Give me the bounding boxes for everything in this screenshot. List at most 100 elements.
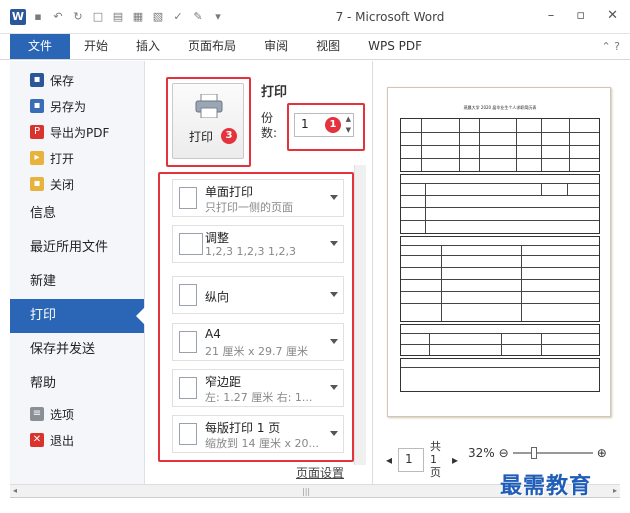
scroll-right-icon[interactable]: ▸: [613, 486, 617, 495]
zoom-slider-thumb[interactable]: [530, 447, 537, 459]
tab-file[interactable]: 文件: [10, 34, 71, 59]
zoom-control: 32% ⊖ ⊕: [468, 446, 607, 460]
sidebar-item-options[interactable]: ≡ 选项: [10, 401, 144, 427]
page-number-input[interactable]: 1: [398, 447, 425, 472]
tab-layout[interactable]: 页面布局: [174, 34, 250, 59]
folder-open-icon: ▸: [30, 151, 44, 165]
setting-orientation[interactable]: 纵向: [172, 276, 344, 314]
setting-sub: 左: 1.27 厘米 右: 1...: [205, 391, 313, 404]
setting-sub: 21 厘米 x 29.7 厘米: [205, 345, 308, 358]
chevron-down-icon: [330, 431, 338, 436]
sidebar-item-label: 打开: [50, 151, 75, 166]
sidebar-item-export-pdf[interactable]: P 导出为PDF: [10, 119, 144, 145]
page-total: 共 1 页: [430, 440, 442, 479]
tab-insert[interactable]: 插入: [122, 34, 174, 59]
portrait-icon: [179, 284, 197, 306]
page-setup-link[interactable]: 页面设置: [296, 464, 344, 481]
save-icon[interactable]: ▪: [30, 9, 46, 25]
print-preview: 燕晨大学 2020 届毕业生个人求职简历表: [372, 61, 620, 484]
help-icon[interactable]: ?: [614, 40, 620, 53]
copies-value: 1: [301, 117, 309, 131]
spell-icon[interactable]: ✓: [170, 9, 186, 25]
resume-table-education: [400, 236, 600, 322]
print-icon[interactable]: ▦: [130, 9, 146, 25]
next-page-icon[interactable]: ▸: [452, 453, 458, 467]
prev-page-icon[interactable]: ◂: [386, 453, 392, 467]
tab-review[interactable]: 审阅: [250, 34, 302, 59]
badge-3: 3: [221, 128, 237, 144]
sidebar-item-recent[interactable]: 最近所用文件: [10, 231, 144, 265]
sidebar-item-new[interactable]: 新建: [10, 265, 144, 299]
options-icon: ≡: [30, 407, 44, 421]
open-icon[interactable]: ▤: [110, 9, 126, 25]
sidebar-item-label: 导出为PDF: [50, 125, 110, 140]
sidebar-item-save[interactable]: ▪ 保存: [10, 67, 144, 93]
chevron-down-icon: [330, 195, 338, 200]
tab-home[interactable]: 开始: [70, 34, 122, 59]
tab-view[interactable]: 视图: [302, 34, 354, 59]
zoom-level: 32%: [468, 446, 495, 460]
sidebar-item-info[interactable]: 信息: [10, 197, 144, 231]
title-bar: W ▪ ↶ ↻ □ ▤ ▦ ▧ ✓ ✎ ▾ 7 - Microsoft Word…: [0, 0, 630, 34]
word-logo-icon: W: [10, 9, 26, 25]
maximize-button[interactable]: ▫: [576, 8, 585, 23]
resume-table-notes: [400, 358, 600, 392]
preview-page[interactable]: 燕晨大学 2020 届毕业生个人求职简历表: [387, 87, 611, 417]
settings-scrollbar[interactable]: [354, 165, 366, 465]
draw-icon[interactable]: ✎: [190, 9, 206, 25]
customize-qat-icon[interactable]: ▾: [210, 9, 226, 25]
scroll-grip-icon[interactable]: |||: [302, 487, 310, 496]
print-button-label: 打印: [189, 130, 214, 144]
sidebar-item-print[interactable]: 打印: [10, 299, 145, 333]
sidebar-item-label: 退出: [50, 433, 75, 448]
single-side-icon: [179, 187, 197, 209]
folder-close-icon: ▪: [30, 177, 44, 191]
sidebar-item-close[interactable]: ▪ 关闭: [10, 171, 144, 197]
setting-margins[interactable]: 窄边距 左: 1.27 厘米 右: 1...: [172, 369, 344, 407]
setting-title: 纵向: [205, 290, 230, 304]
chevron-down-icon: [330, 385, 338, 390]
new-doc-icon[interactable]: □: [90, 9, 106, 25]
watermark-text: 最需教育: [500, 473, 593, 499]
tab-wps-pdf[interactable]: WPS PDF: [354, 34, 436, 59]
paper-size-icon: [179, 331, 197, 353]
minimize-button[interactable]: –: [548, 8, 555, 23]
setting-title: A4: [205, 327, 221, 341]
sidebar-item-open[interactable]: ▸ 打开: [10, 145, 144, 171]
spin-down-icon[interactable]: ▼: [346, 126, 351, 134]
chevron-down-icon: [330, 241, 338, 246]
zoom-slider[interactable]: [512, 447, 593, 459]
close-button[interactable]: ✕: [607, 8, 618, 23]
zoom-in-icon[interactable]: ⊕: [597, 446, 607, 460]
sidebar-item-exit[interactable]: ✕ 退出: [10, 427, 144, 453]
setting-title: 每版打印 1 页: [205, 421, 281, 435]
scroll-left-icon[interactable]: ◂: [13, 486, 17, 495]
sidebar-item-save-as[interactable]: ▪ 另存为: [10, 93, 144, 119]
print-button[interactable]: 打印 3: [172, 83, 244, 159]
preview-doc-title: 燕晨大学 2020 届毕业生个人求职简历表: [463, 105, 537, 110]
pdf-icon: P: [30, 125, 44, 139]
save-as-icon: ▪: [30, 99, 44, 113]
undo-icon[interactable]: ↶: [50, 9, 66, 25]
preview-icon[interactable]: ▧: [150, 9, 166, 25]
setting-collate[interactable]: 调整 1,2,3 1,2,3 1,2,3: [172, 225, 344, 263]
save-icon: ▪: [30, 73, 44, 87]
redo-icon[interactable]: ↻: [70, 9, 86, 25]
backstage-sidebar: ▪ 保存 ▪ 另存为 P 导出为PDF ▸ 打开 ▪ 关闭 信息 最近所用文件 …: [10, 61, 145, 484]
resume-table-contact: [400, 324, 600, 356]
ribbon-collapse-icon[interactable]: ⌃ ?: [601, 34, 630, 59]
setting-paper-size[interactable]: A4 21 厘米 x 29.7 厘米: [172, 323, 344, 361]
copies-label: 份数:: [261, 111, 278, 140]
spin-up-icon[interactable]: ▲: [346, 115, 351, 123]
setting-sub: 缩放到 14 厘米 x 20...: [205, 437, 319, 450]
zoom-out-icon[interactable]: ⊖: [499, 446, 509, 460]
setting-title: 窄边距: [205, 375, 242, 389]
setting-duplex[interactable]: 单面打印 只打印一侧的页面: [172, 179, 344, 217]
sidebar-item-label: 选项: [50, 407, 75, 422]
sidebar-item-help[interactable]: 帮助: [10, 367, 144, 401]
collate-icon: [179, 233, 203, 255]
copies-input[interactable]: 1 1 ▲ ▼: [294, 113, 354, 137]
print-settings-pane: 打印 3 打印 份数: 1 1 ▲ ▼ 2 单面打印 只打印一侧的页面 调整 1…: [146, 61, 371, 484]
setting-pages-per-sheet[interactable]: 每版打印 1 页 缩放到 14 厘米 x 20...: [172, 415, 344, 453]
sidebar-item-save-send[interactable]: 保存并发送: [10, 333, 144, 367]
